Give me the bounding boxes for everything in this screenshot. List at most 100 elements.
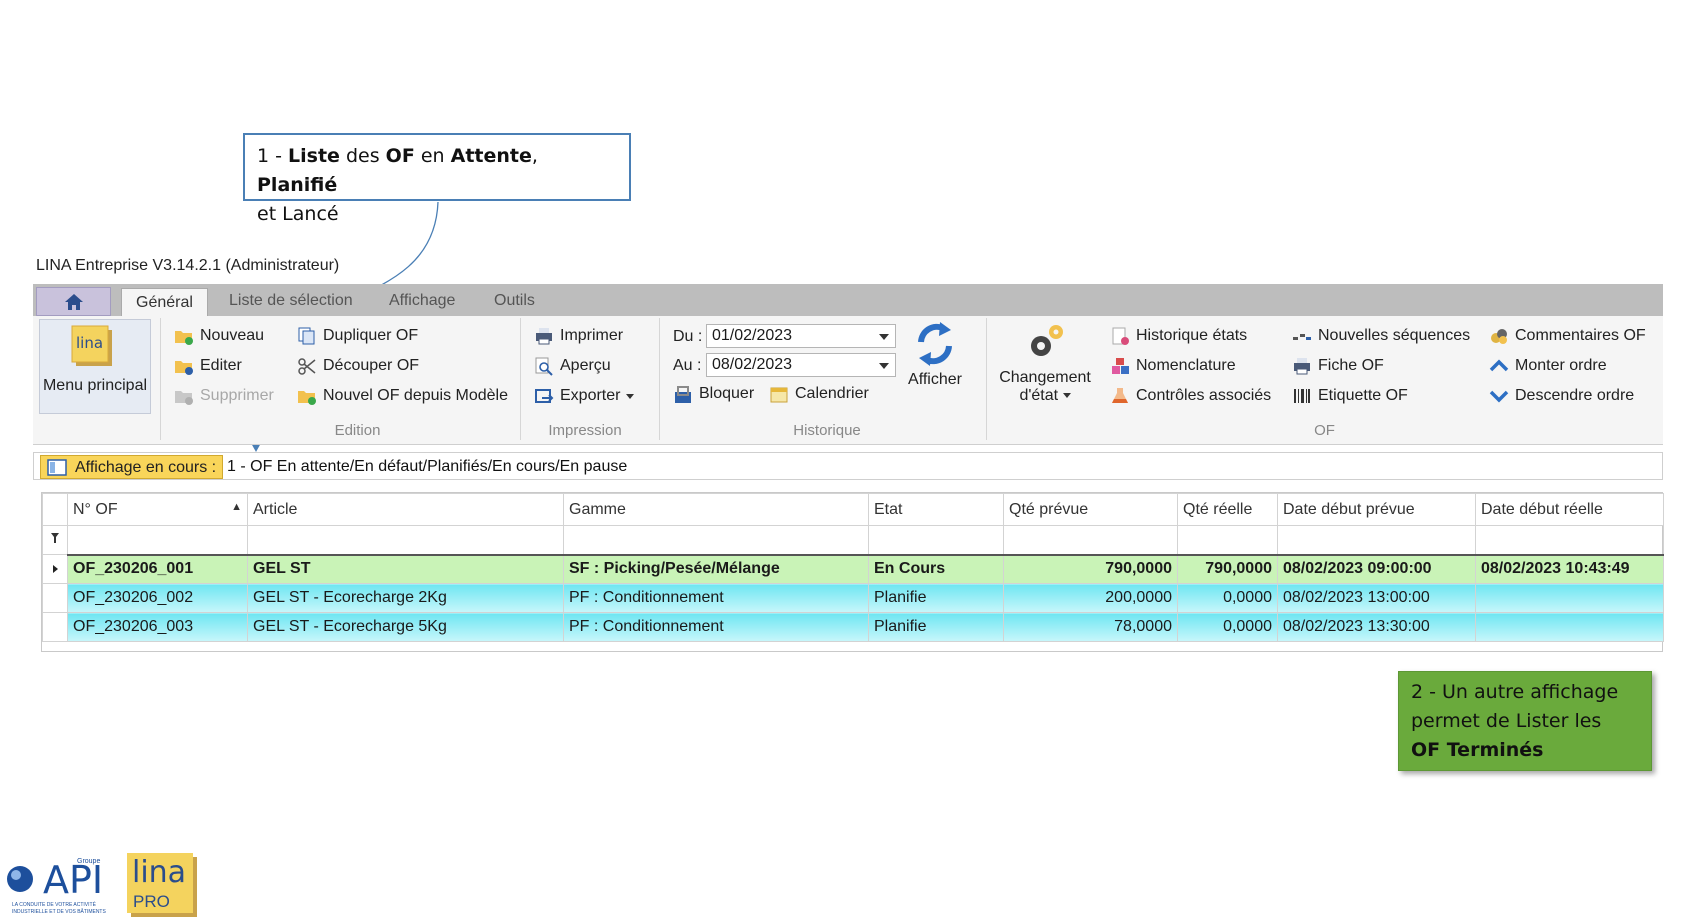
column-header-nof[interactable]: N° OF ▲ [67,493,248,526]
imprimer-button[interactable]: Imprimer [534,324,623,348]
filter-cell[interactable] [1277,525,1476,555]
comments-icon [1491,329,1507,344]
du-label: Du : [673,328,703,345]
of-grid: N° OF ▲ Article Gamme Etat Qté prévue Qté… [41,492,1664,652]
monter-ordre-button[interactable]: Monter ordre [1489,354,1607,378]
home-icon [64,293,83,310]
cell-nof: OF_230206_003 [67,612,248,642]
filter-cell[interactable] [563,525,869,555]
home-tab[interactable] [36,287,111,316]
controles-associes-button[interactable]: Contrôles associés [1110,384,1271,408]
tab-affichage[interactable]: Affichage [389,284,455,316]
table-row[interactable]: OF_230206_002 GEL ST - Ecorecharge 2Kg P… [42,583,1664,613]
nouvelles-sequences-button[interactable]: Nouvelles séquences [1292,324,1470,348]
table-row[interactable]: OF_230206_003 GEL ST - Ecorecharge 5Kg P… [42,612,1664,642]
row-selector-icon[interactable] [42,554,68,584]
cell-gamme: PF : Conditionnement [563,612,869,642]
sequence-icon [1293,334,1311,340]
fiche-of-button[interactable]: Fiche OF [1292,354,1384,378]
cell-qte-reelle: 0,0000 [1177,612,1278,642]
dropdown-arrow-icon [879,363,889,369]
commentaires-of-button[interactable]: Commentaires OF [1489,324,1646,348]
cell-article: GEL ST - Ecorecharge 5Kg [247,612,564,642]
cell-qte-prevue: 200,0000 [1003,583,1178,613]
filter-cell[interactable] [868,525,1004,555]
affichage-value: 1 - OF En attente/En défaut/Planifiés/En… [227,458,628,475]
bloquer-button[interactable]: Bloquer [673,382,754,406]
tab-outils[interactable]: Outils [494,284,535,316]
view-list-icon [47,459,67,476]
refresh-icon [918,322,952,366]
table-row[interactable]: OF_230206_001 GEL ST SF : Picking/Pesée/… [42,553,1664,584]
cell-date-debut-reelle [1475,612,1664,642]
ribbon-tab-bar: Général Liste de sélection Affichage Out… [33,284,1663,317]
nomenclature-button[interactable]: Nomenclature [1110,354,1236,378]
duplicate-icon [298,327,315,345]
chevron-down-icon [1062,393,1071,399]
filter-cell[interactable] [1475,525,1664,555]
cell-nof: OF_230206_001 [67,553,248,584]
filter-cell[interactable] [1177,525,1278,555]
column-header-qte-reelle[interactable]: Qté réelle [1177,493,1278,526]
date-du-field[interactable]: 01/02/2023 [706,324,896,348]
cell-etat: En Cours [868,553,1004,584]
chevron-down-icon [626,393,635,399]
column-header-date-debut-reelle[interactable]: Date début réelle [1475,493,1664,526]
descendre-ordre-button[interactable]: Descendre ordre [1489,384,1634,408]
filter-cell[interactable] [247,525,564,555]
api-logo: Groupe API LA CONDUITE DE VOTRE ACTIVITÉ… [5,858,115,916]
chevron-up-icon [1489,359,1509,372]
cell-gamme: SF : Picking/Pesée/Mélange [563,553,869,584]
cell-date-debut-prevue: 08/02/2023 13:30:00 [1277,612,1476,642]
affichage-en-cours-button[interactable]: Affichage en cours : [40,455,224,479]
supprimer-button[interactable]: Supprimer [174,384,274,408]
menu-principal-button[interactable]: lina Menu principal [39,319,151,414]
date-au-field[interactable]: 08/02/2023 [706,353,896,377]
cell-article: GEL ST [247,553,564,584]
nouvel-of-modele-button[interactable]: Nouvel OF depuis Modèle [297,384,508,408]
lock-icon [675,386,691,403]
chevron-down-icon [1489,390,1509,403]
cell-date-debut-prevue: 08/02/2023 09:00:00 [1277,553,1476,584]
tab-general[interactable]: Général [121,288,208,317]
exporter-button[interactable]: Exporter [534,384,635,408]
barcode-icon [1294,389,1310,403]
nouveau-button[interactable]: Nouveau [174,324,264,348]
column-header-etat[interactable]: Etat [868,493,1004,526]
cell-date-debut-prevue: 08/02/2023 13:00:00 [1277,583,1476,613]
changement-etat-button[interactable]: Changement d'état [995,322,1095,405]
export-icon [535,389,554,403]
of-table: N° OF ▲ Article Gamme Etat Qté prévue Qté… [42,493,1664,642]
new-folder-icon [175,331,193,345]
api-globe-icon [7,866,33,892]
afficher-button[interactable]: Afficher [900,322,970,389]
column-header-article[interactable]: Article [247,493,564,526]
svg-text:lina: lina [76,334,103,352]
filter-cell[interactable] [67,525,248,555]
printer-icon [1294,358,1310,375]
calendar-icon [770,387,788,403]
decouper-of-button[interactable]: Découper OF [297,354,419,378]
historique-etats-button[interactable]: Historique états [1110,324,1247,348]
au-label: Au : [673,357,702,374]
apercu-button[interactable]: Aperçu [534,354,611,378]
ribbon-panel: lina Menu principal Nouveau Editer Suppr… [33,316,1663,445]
affichage-bar: Affichage en cours : 1 - OF En attente/E… [33,452,1663,480]
lina-logo-icon: lina [71,325,112,366]
tab-liste-selection[interactable]: Liste de sélection [229,284,353,316]
filter-row [42,525,1664,555]
filter-cell[interactable] [1003,525,1178,555]
calendrier-button[interactable]: Calendrier [769,382,869,406]
preview-icon [535,357,553,376]
editer-button[interactable]: Editer [174,354,242,378]
filter-icon[interactable] [42,525,68,555]
cell-qte-prevue: 78,0000 [1003,612,1178,642]
column-header-qte-prevue[interactable]: Qté prévue [1003,493,1178,526]
dupliquer-of-button[interactable]: Dupliquer OF [297,324,418,348]
column-header-date-debut-prevue[interactable]: Date début prévue [1277,493,1476,526]
etiquette-of-button[interactable]: Etiquette OF [1292,384,1408,408]
nomenclature-blocks-icon [1112,358,1129,374]
column-header-gamme[interactable]: Gamme [563,493,869,526]
window-title: LINA Entreprise V3.14.2.1 (Administrateu… [36,257,340,274]
cell-qte-prevue: 790,0000 [1003,553,1178,584]
